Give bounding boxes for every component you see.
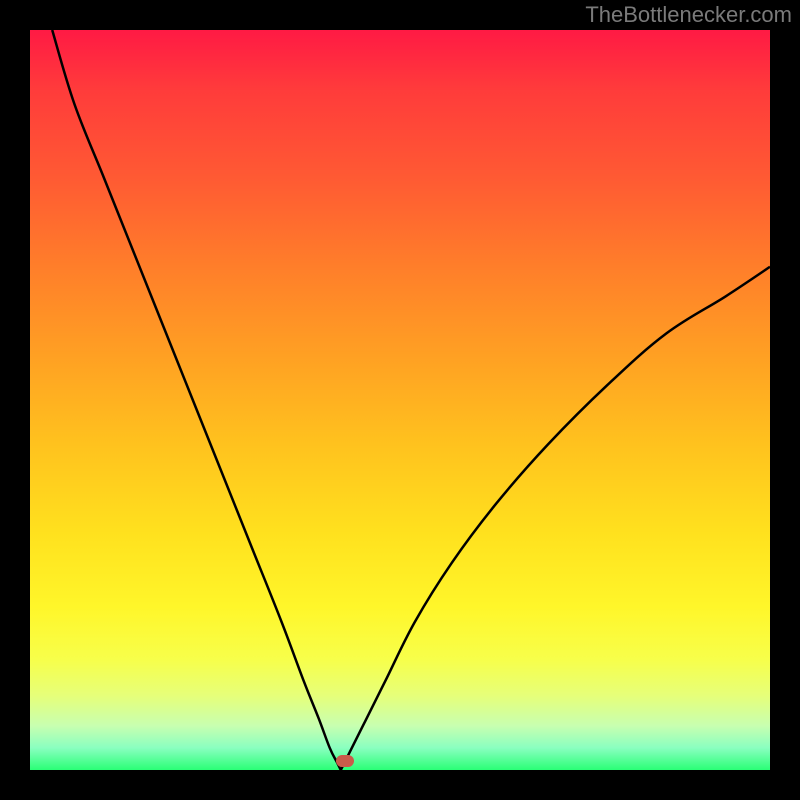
plot-area	[30, 30, 770, 770]
chart-frame	[30, 30, 770, 770]
curve-left-branch	[52, 30, 341, 770]
curve-layer	[30, 30, 770, 770]
optimum-marker	[336, 755, 354, 767]
watermark-text: TheBottlenecker.com	[585, 2, 792, 28]
curve-right-branch	[341, 267, 770, 770]
